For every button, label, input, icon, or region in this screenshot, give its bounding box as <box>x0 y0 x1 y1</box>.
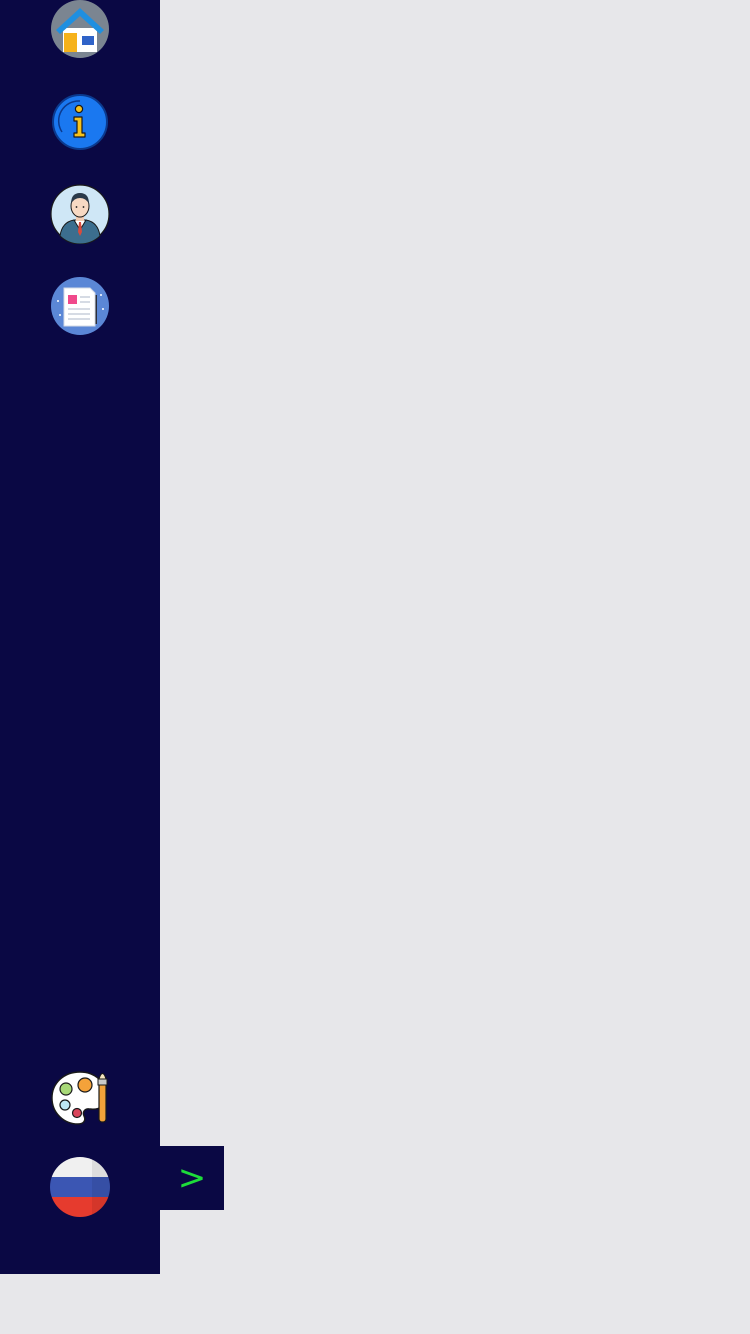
palette-icon <box>51 1071 108 1125</box>
app-root: > <box>0 0 750 1334</box>
info-icon <box>52 94 108 150</box>
sidebar <box>0 0 160 1274</box>
businessman-icon <box>50 184 110 244</box>
main-content <box>160 0 750 1334</box>
info-button[interactable] <box>50 92 110 152</box>
language-button[interactable] <box>50 1157 110 1217</box>
russian-flag-icon <box>50 1157 110 1217</box>
home-button[interactable] <box>50 0 110 59</box>
profile-button[interactable] <box>50 184 110 244</box>
theme-button[interactable] <box>50 1068 110 1128</box>
documents-button[interactable] <box>50 276 110 336</box>
home-icon <box>51 0 109 58</box>
document-icon <box>51 277 109 335</box>
